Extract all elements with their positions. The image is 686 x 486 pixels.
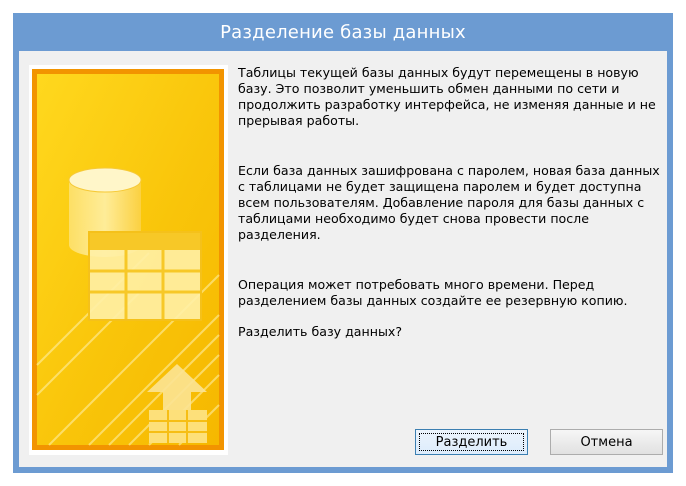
split-button-label: Разделить — [419, 433, 524, 451]
split-button[interactable]: Разделить — [415, 429, 528, 455]
message-paragraph-password: Если база данных зашифрована с паролем, … — [238, 163, 660, 242]
cancel-button[interactable]: Отмена — [550, 429, 663, 455]
table-icon — [88, 231, 202, 321]
message-paragraph-move-tables: Таблицы текущей базы данных будут переме… — [238, 65, 656, 128]
message-question: Разделить базу данных? — [238, 324, 403, 339]
dialog-content: Таблицы текущей базы данных будут переме… — [19, 51, 667, 467]
dialog-title: Разделение базы данных — [220, 21, 466, 43]
message-paragraph-backup: Операция может потребовать много времени… — [238, 277, 628, 308]
wizard-illustration — [29, 65, 228, 455]
dialog-window: Разделение базы данных Таблицы текущей б… — [13, 13, 673, 473]
